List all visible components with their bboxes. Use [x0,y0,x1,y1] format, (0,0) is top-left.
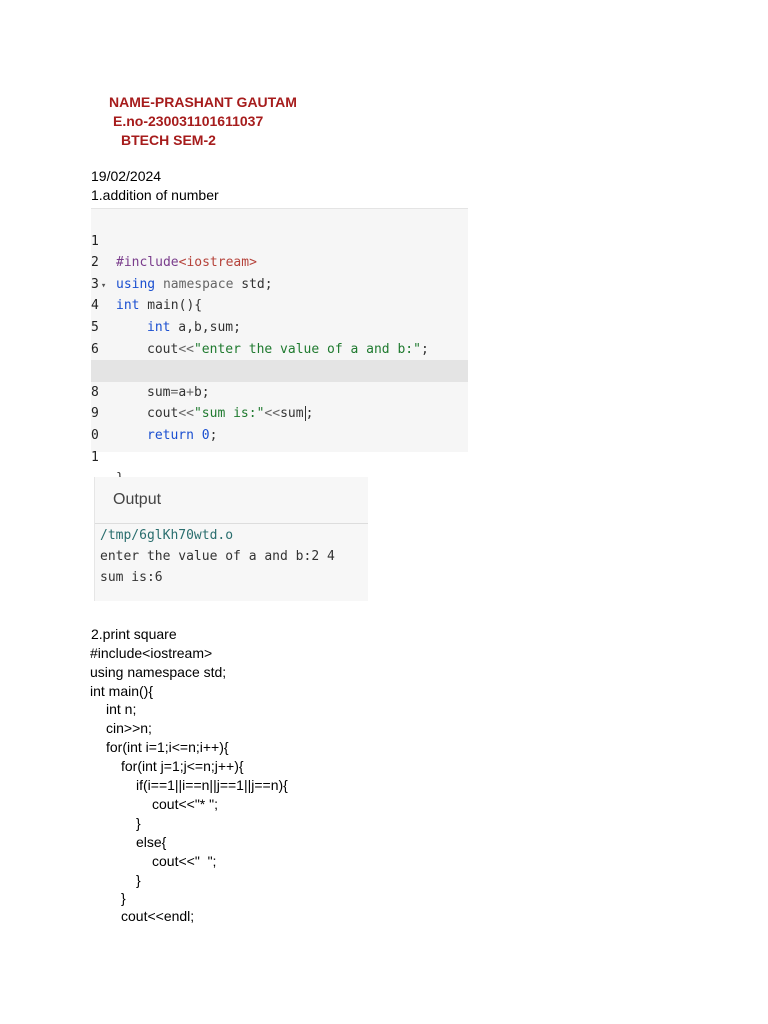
program2-title: 2.print square [91,626,177,642]
code-text-line: #include<iostream> [90,645,213,661]
output-panel: Output /tmp/6glKh70wtd.o enter the value… [94,477,368,601]
course-label: BTECH SEM-2 [121,132,216,148]
code-block: 1 #include<iostream> 2 using namespace s… [91,208,468,487]
code-line: 1 } [91,425,468,487]
date: 19/02/2024 [91,168,162,184]
output-divider [95,523,368,524]
code-text-line: cout<<" "; [152,853,217,869]
enrollment-number: E.no-230031101611037 [113,113,264,129]
code-line: 6 cin>>a>>b; [91,317,468,379]
program1-title: 1.addition of number [91,187,219,203]
output-title: Output [113,491,162,508]
code-line: 3 ▾ int main(){ [91,252,468,314]
code-text-line: } [136,815,141,831]
output-line: /tmp/6glKh70wtd.o [100,528,234,543]
code-text-line: else{ [136,834,167,850]
code-text-line: using namespace std; [90,664,227,680]
code-text-line: cout<<endl; [121,908,195,924]
code-line: 2 using namespace std; [91,231,468,292]
code-text-line: } [121,890,126,906]
code-text-line: cin>>n; [106,720,152,736]
code-line: 7 sum=a+b; [91,339,468,400]
output-line: sum is:6 [100,570,163,585]
output-line: enter the value of a and b:2 4 [100,549,335,564]
code-line-active[interactable]: 8 cout<<"sum is:"<<sum; [91,360,468,422]
line-number: 1 [91,449,99,465]
code-text-line: for(int i=1;i<=n;i++){ [106,739,229,755]
code-line: 4 int a,b,sum; [91,274,468,335]
code-text-line: } [136,872,141,888]
code-text-line: int n; [106,701,137,717]
code-line: 9 return 0; [91,382,468,443]
code-text-line: if(i==1||i==n||j==1||j==n){ [136,777,288,793]
code-text-line: for(int j=1;j<=n;j++){ [121,758,244,774]
student-name: NAME-PRASHANT GAUTAM [109,94,297,110]
code-line: 1 #include<iostream> [91,209,468,271]
code-line: 0 [91,403,468,443]
code-line: 5 cout<<"enter the value of a and b:"; [91,295,468,357]
code-text-line: cout<<"* "; [152,796,218,812]
code-text-line: int main(){ [90,683,154,699]
